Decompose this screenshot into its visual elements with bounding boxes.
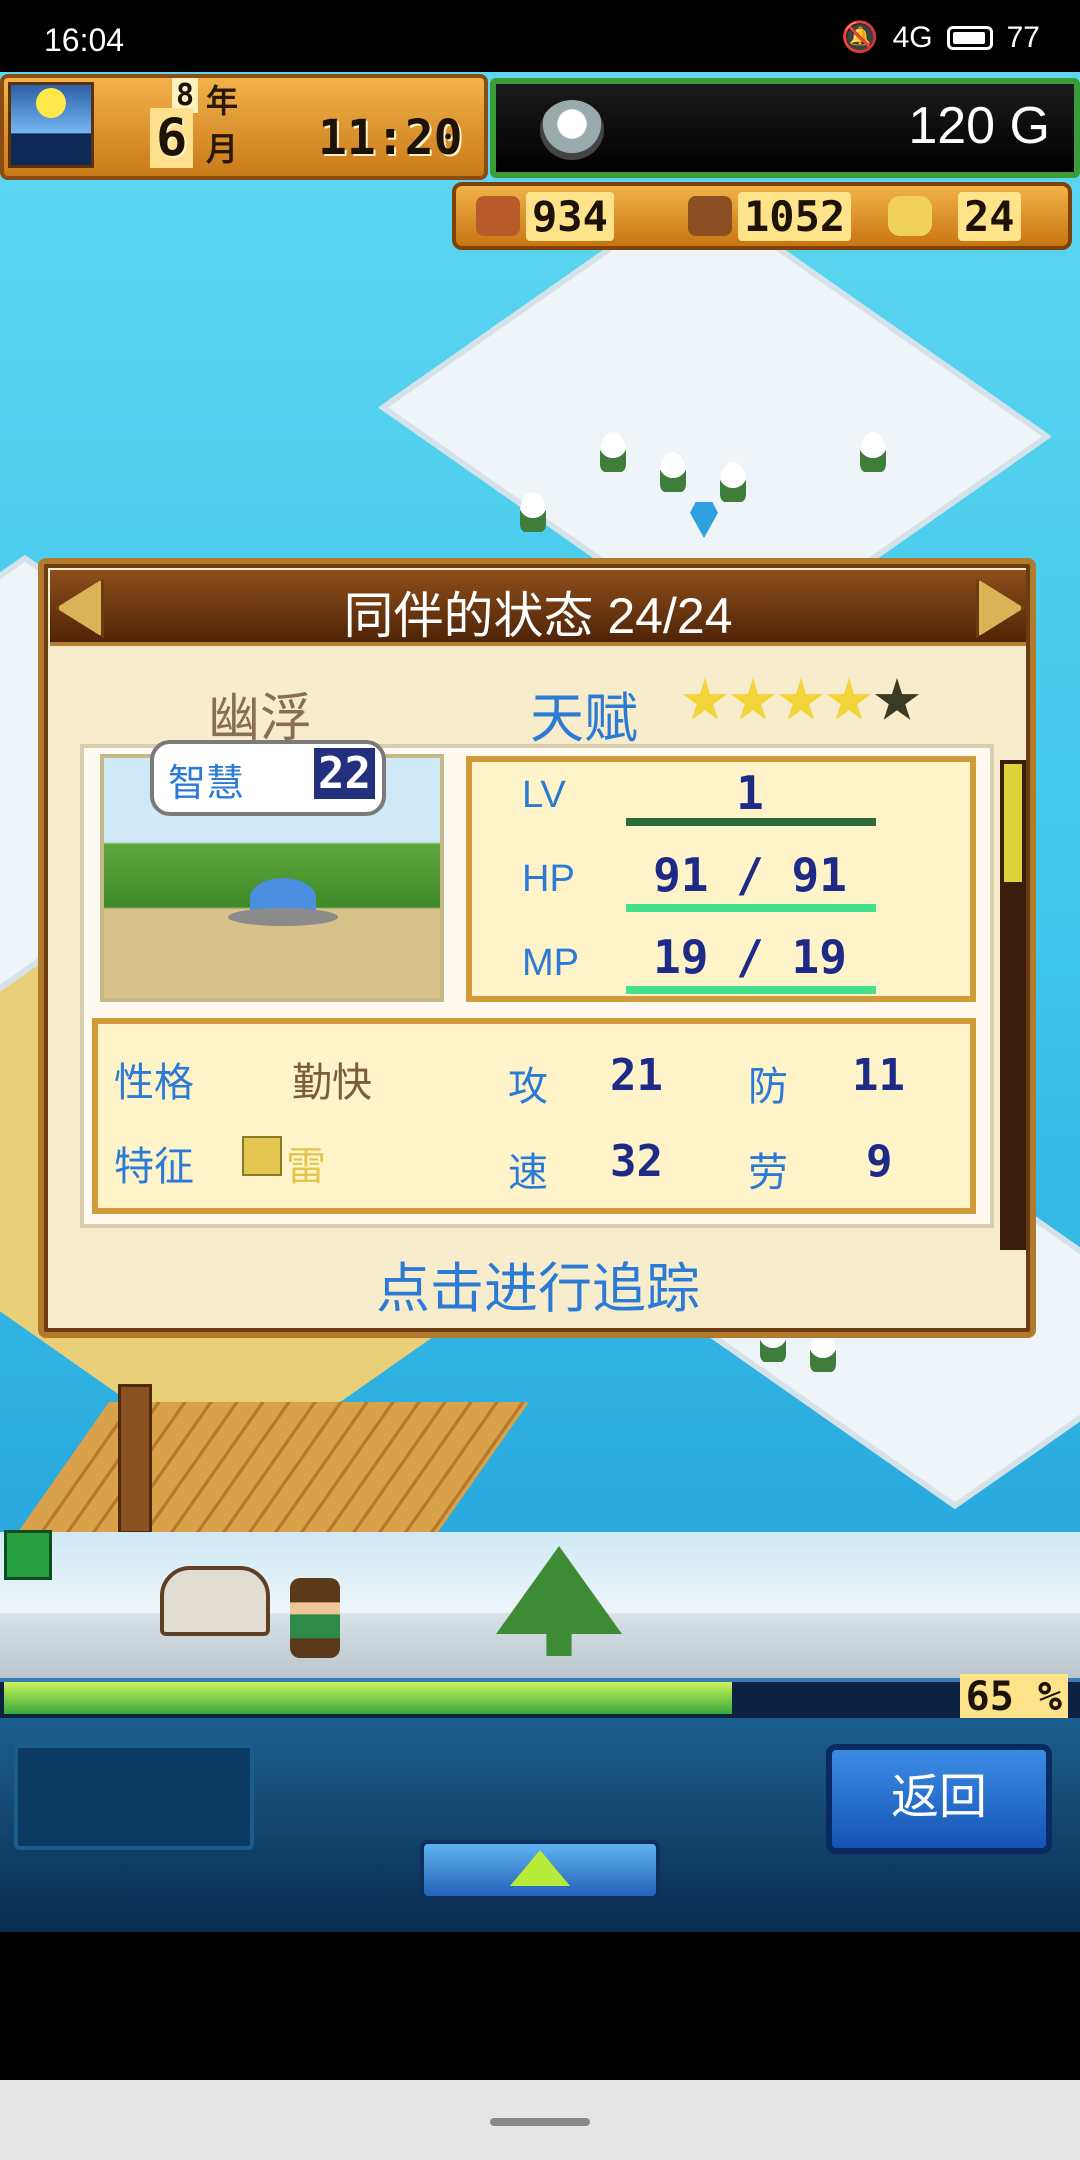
snow-tree (660, 452, 686, 492)
star-icon (682, 678, 728, 720)
ufo-icon (228, 878, 338, 926)
battery-level: 77 (1006, 20, 1040, 54)
trait-label: 特征 (114, 1145, 194, 1189)
snow-tree (720, 462, 746, 502)
star-icon (730, 678, 776, 720)
hp-label: HP (522, 858, 575, 900)
snow-tree (600, 432, 626, 472)
month-label: 月 (206, 130, 239, 168)
star-icon (874, 678, 920, 720)
attack-label: 攻 (508, 1065, 548, 1109)
medal-count: 24 (958, 191, 1021, 241)
wood-resource: 1052 (688, 190, 852, 242)
talent-label: 天赋 (530, 689, 638, 749)
dock-tower[interactable] (118, 1384, 152, 1532)
personality-label: 性格 (114, 1061, 194, 1105)
defense-label: 防 (748, 1065, 788, 1109)
defense-value: 11 (852, 1050, 905, 1101)
meat-icon (476, 196, 520, 236)
lv-label: LV (522, 774, 566, 816)
star-icon (826, 678, 872, 720)
empty-slot[interactable] (14, 1744, 254, 1850)
wagon-icon (160, 1566, 270, 1636)
speed-label: 速 (508, 1151, 548, 1195)
lv-bar (626, 818, 876, 826)
figure-icon[interactable] (4, 1530, 52, 1580)
month-number: 6 (150, 108, 194, 168)
snow-tree (810, 1332, 836, 1372)
progress-label: 65 % (959, 1674, 1068, 1720)
panel-title: 同伴的状态 24/24 (343, 588, 733, 644)
status-time: 16:04 (44, 22, 125, 58)
meat-count: 934 (526, 191, 614, 241)
status-icons: 🔕 4G 77 (841, 20, 1040, 55)
wood-count: 1052 (738, 191, 852, 241)
hp-value: 91 / 91 (653, 848, 847, 902)
snow-tree (520, 492, 546, 532)
signal-icon: 4G (892, 20, 933, 54)
hero-sprite (290, 1578, 340, 1658)
labor-label: 劳 (748, 1151, 788, 1195)
sun-icon (36, 88, 66, 118)
game-clock: 11:20 (318, 110, 463, 166)
talent-stars (682, 678, 920, 724)
speed-value: 32 (610, 1136, 663, 1187)
wooden-dock (10, 1402, 530, 1532)
home-handle[interactable] (490, 2118, 590, 2126)
trait-value: 雷 (286, 1145, 326, 1189)
star-icon (778, 678, 824, 720)
track-button[interactable]: 点击进行追踪 (50, 1244, 1026, 1323)
year-label: 年 (206, 82, 239, 120)
mute-icon: 🔕 (841, 21, 879, 54)
medal-icon (888, 196, 932, 236)
hp-bar (626, 904, 876, 912)
medal-resource: 24 (888, 190, 1021, 242)
lv-value: 1 (736, 766, 764, 820)
mp-bar (626, 986, 876, 994)
wisdom-value: 22 (314, 748, 375, 799)
attack-value: 21 (610, 1050, 663, 1101)
coin-icon (540, 100, 604, 160)
labor-value: 9 (866, 1136, 893, 1187)
personality-value: 勤快 (292, 1061, 372, 1105)
back-button[interactable]: 返回 (826, 1744, 1052, 1854)
thunder-icon (242, 1136, 282, 1176)
mp-value: 19 / 19 (653, 930, 847, 984)
battery-icon (946, 25, 993, 50)
gold-amount: 120 G (908, 97, 1050, 155)
mp-label: MP (522, 942, 579, 984)
wood-icon (688, 196, 732, 236)
snow-tree (860, 432, 886, 472)
wisdom-label: 智慧 (168, 763, 245, 805)
meat-resource: 934 (476, 190, 614, 242)
scrollbar-thumb[interactable] (1004, 764, 1022, 882)
progress-fill (4, 1682, 732, 1714)
status-bar: 16:04 🔕 4G 77 (0, 0, 1080, 72)
